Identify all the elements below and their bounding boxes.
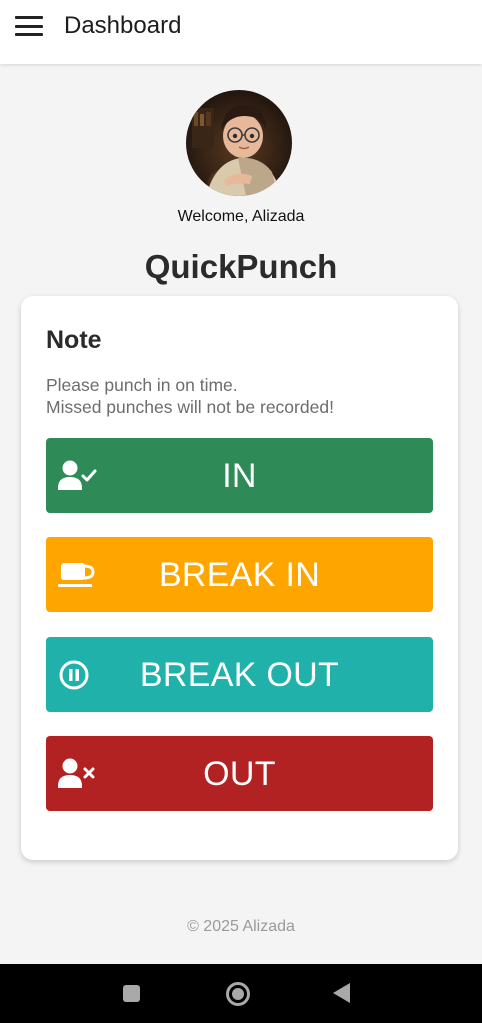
note-heading: Note	[46, 326, 102, 354]
footer-copyright: © 2025 Alizada	[187, 918, 295, 935]
hamburger-menu-icon[interactable]	[14, 14, 44, 38]
punch-in-label: IN	[222, 457, 257, 495]
punch-out-label: OUT	[203, 755, 276, 793]
app-bar: Dashboard	[0, 0, 482, 64]
square-recent-apps-icon[interactable]	[123, 985, 140, 1002]
punch-out-button[interactable]: OUT	[46, 736, 433, 811]
punch-in-button[interactable]: IN	[46, 438, 433, 513]
break-in-button[interactable]: BREAK IN	[46, 537, 433, 612]
circle-home-icon[interactable]	[226, 982, 250, 1006]
welcome-text: Welcome, Alizada	[177, 208, 305, 225]
avatar	[186, 90, 292, 196]
app-title: QuickPunch	[144, 248, 338, 285]
break-out-button[interactable]: BREAK OUT	[46, 637, 433, 712]
note-line-2: Missed punches will not be recorded!	[46, 397, 334, 417]
triangle-back-icon[interactable]	[333, 983, 350, 1003]
user-avatar-photo	[186, 90, 292, 196]
page-title: Dashboard	[64, 12, 182, 39]
system-navigation-bar	[0, 964, 482, 1023]
break-in-label: BREAK IN	[158, 556, 321, 594]
break-out-label: BREAK OUT	[139, 656, 340, 694]
note-message: Please punch in on time. Missed punches …	[46, 374, 446, 418]
punch-card: Note Please punch in on time. Missed pun…	[21, 296, 458, 860]
note-line-1: Please punch in on time.	[46, 375, 238, 395]
